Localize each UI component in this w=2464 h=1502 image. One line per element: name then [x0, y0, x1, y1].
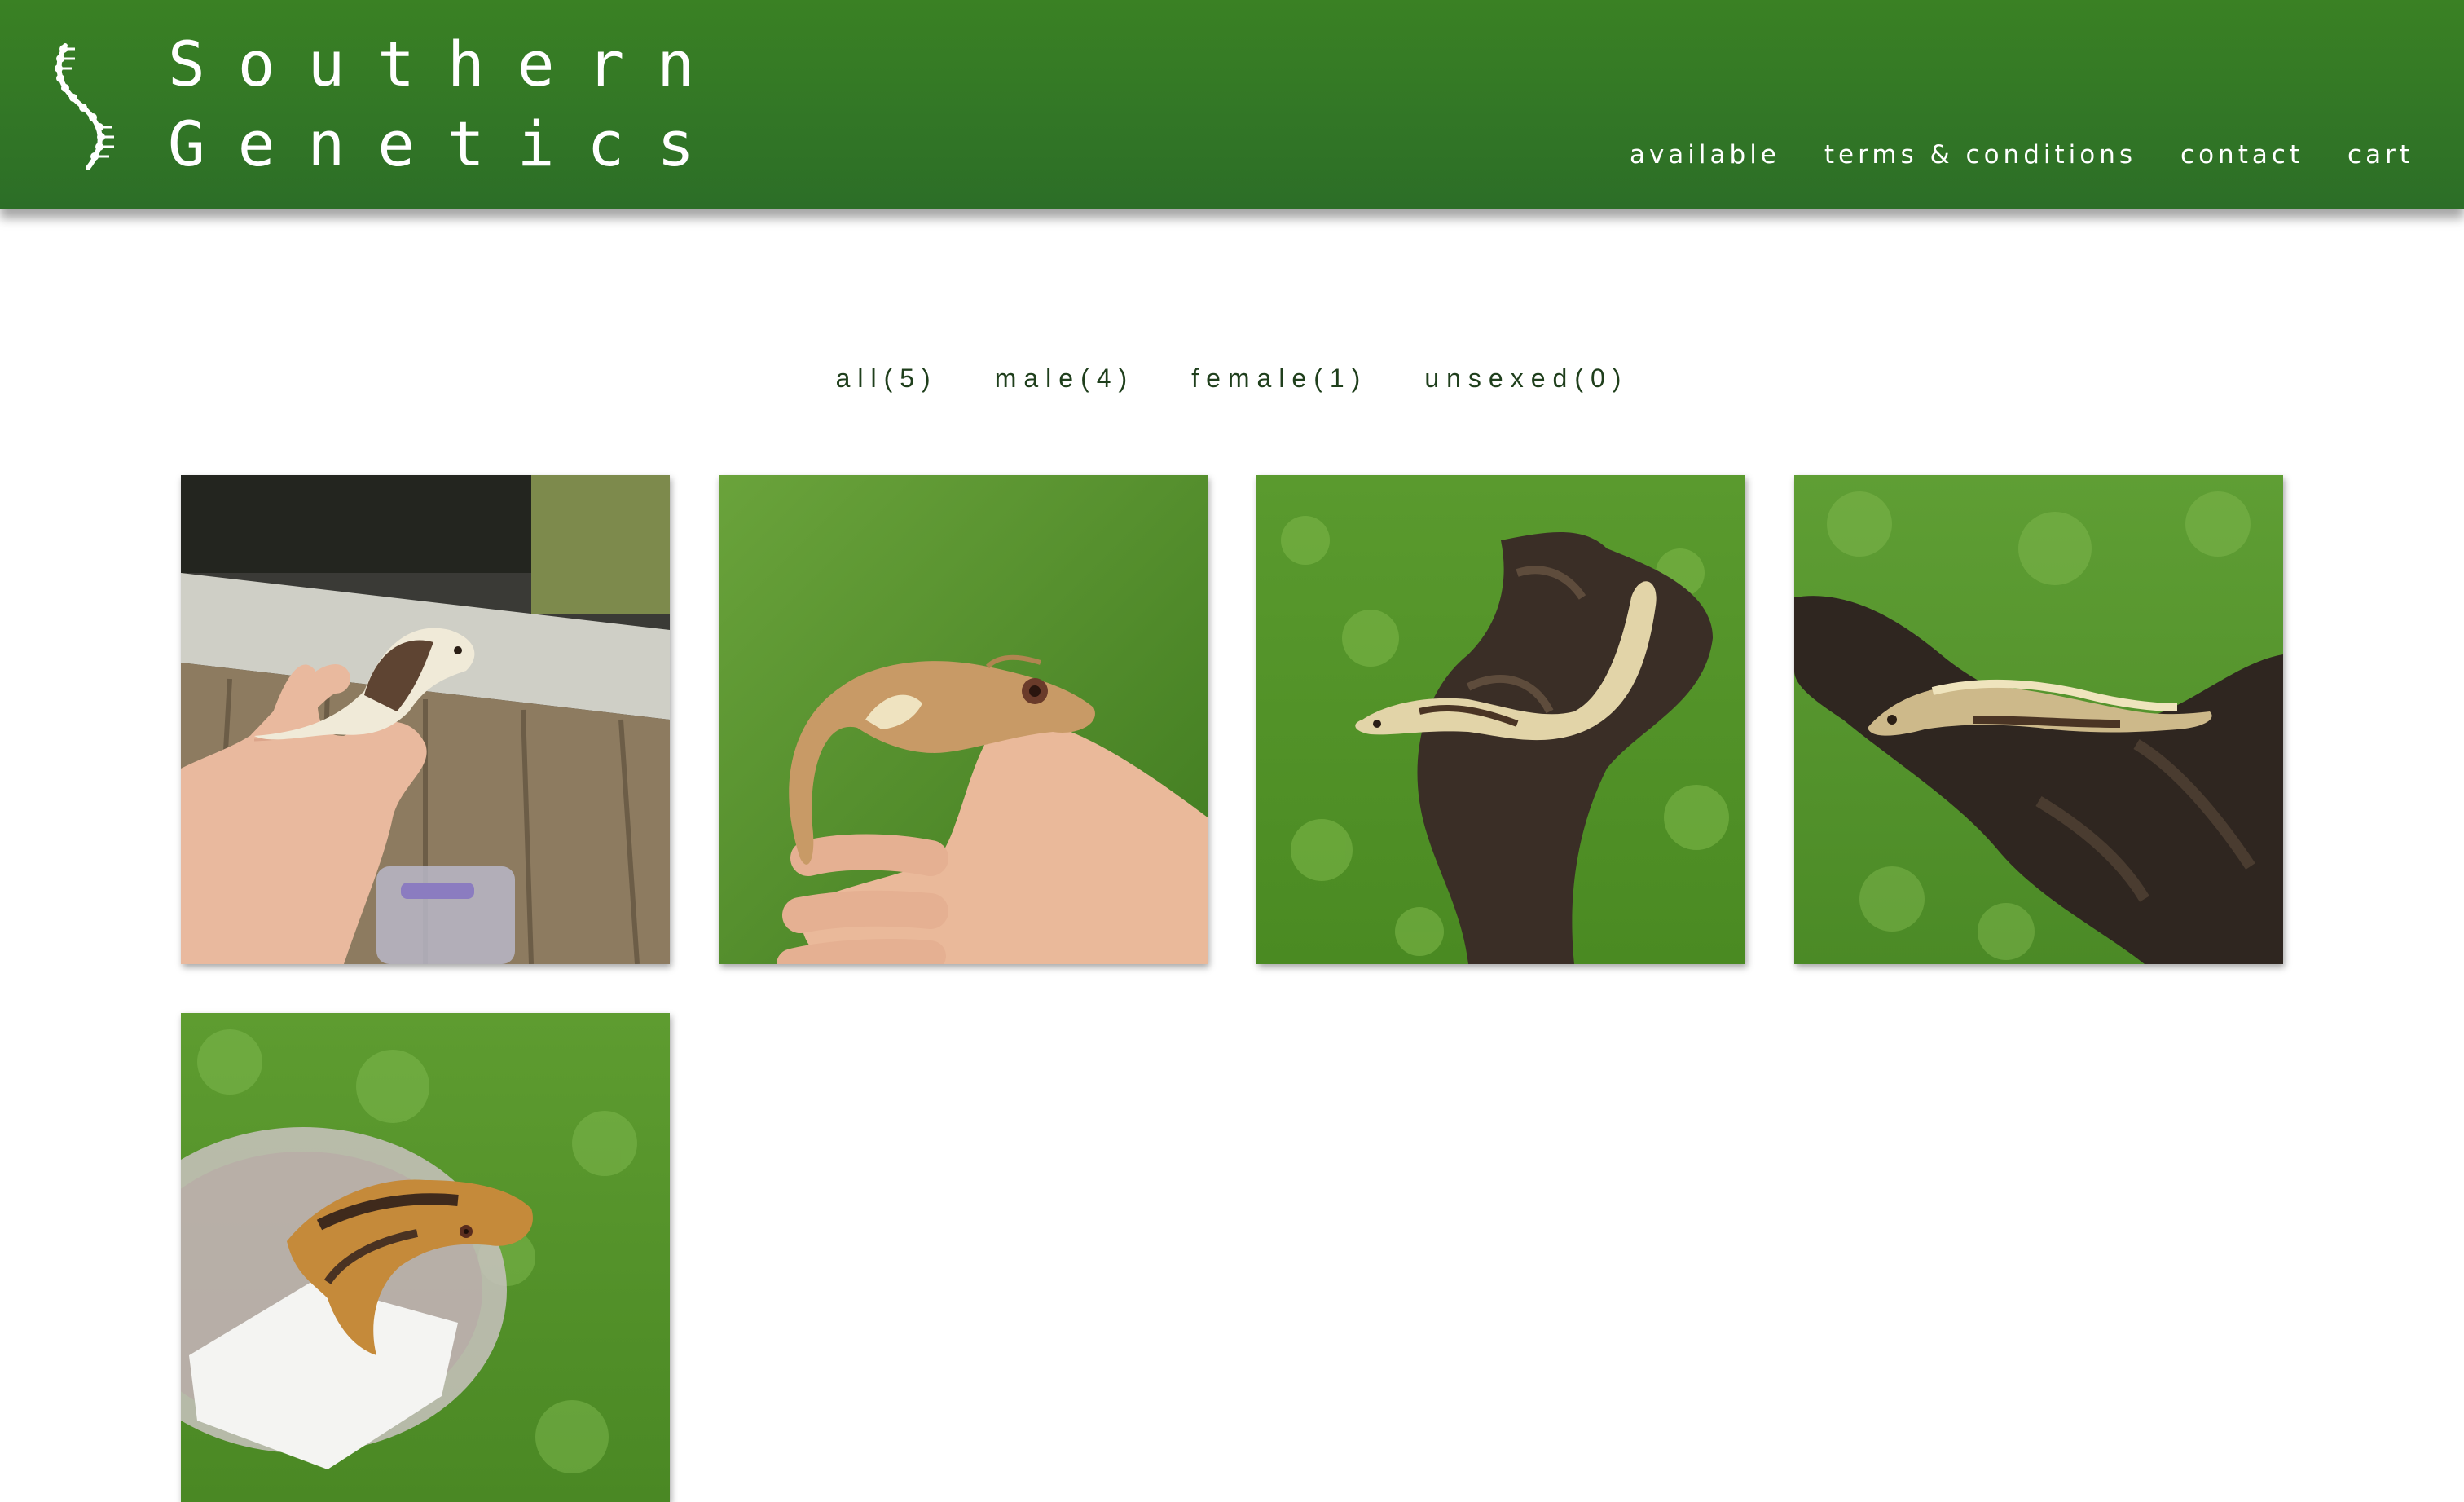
- gallery-item-5[interactable]: [181, 1013, 670, 1502]
- gecko-photo-1: [181, 475, 670, 964]
- filter-unsexed-count: 0: [1574, 363, 1628, 393]
- filter-all-label: all: [835, 363, 884, 393]
- nav-terms-conditions[interactable]: terms & conditions: [1824, 140, 2136, 170]
- filter-female-count: 1: [1313, 363, 1367, 393]
- gallery-item-4[interactable]: [1794, 475, 2283, 964]
- main-nav: available terms & conditions contact car…: [1630, 140, 2413, 170]
- sex-filter-tabs: all5 male4 female1 unsexed0: [0, 363, 2464, 394]
- brand-line-1: Southern: [168, 28, 728, 100]
- nav-contact[interactable]: contact: [2180, 140, 2303, 170]
- filter-female-label: female: [1191, 363, 1314, 393]
- brand-name[interactable]: Southern Genetics: [168, 24, 727, 184]
- filter-male[interactable]: male4: [995, 363, 1134, 394]
- brand-line-2: Genetics: [168, 108, 728, 180]
- filter-male-count: 4: [1080, 363, 1134, 393]
- filter-unsexed-label: unsexed: [1424, 363, 1575, 393]
- dna-helix-logo-icon[interactable]: [47, 39, 121, 171]
- filter-all-count: 5: [884, 363, 938, 393]
- gecko-photo-5: [181, 1013, 670, 1502]
- gecko-gallery: [181, 475, 2283, 1502]
- filter-all[interactable]: all5: [836, 363, 938, 394]
- site-header: Southern Genetics available terms & cond…: [0, 0, 2464, 209]
- filter-male-label: male: [994, 363, 1081, 393]
- gallery-item-1[interactable]: [181, 475, 670, 964]
- gecko-photo-3: [1256, 475, 1745, 964]
- nav-cart[interactable]: cart: [2347, 140, 2413, 170]
- filter-unsexed[interactable]: unsexed0: [1424, 363, 1628, 394]
- filter-female[interactable]: female1: [1191, 363, 1367, 394]
- nav-available[interactable]: available: [1630, 140, 1780, 170]
- gallery-item-2[interactable]: [719, 475, 1208, 964]
- gecko-photo-2: [719, 475, 1208, 964]
- gallery-item-3[interactable]: [1256, 475, 1745, 964]
- gecko-photo-4: [1794, 475, 2283, 964]
